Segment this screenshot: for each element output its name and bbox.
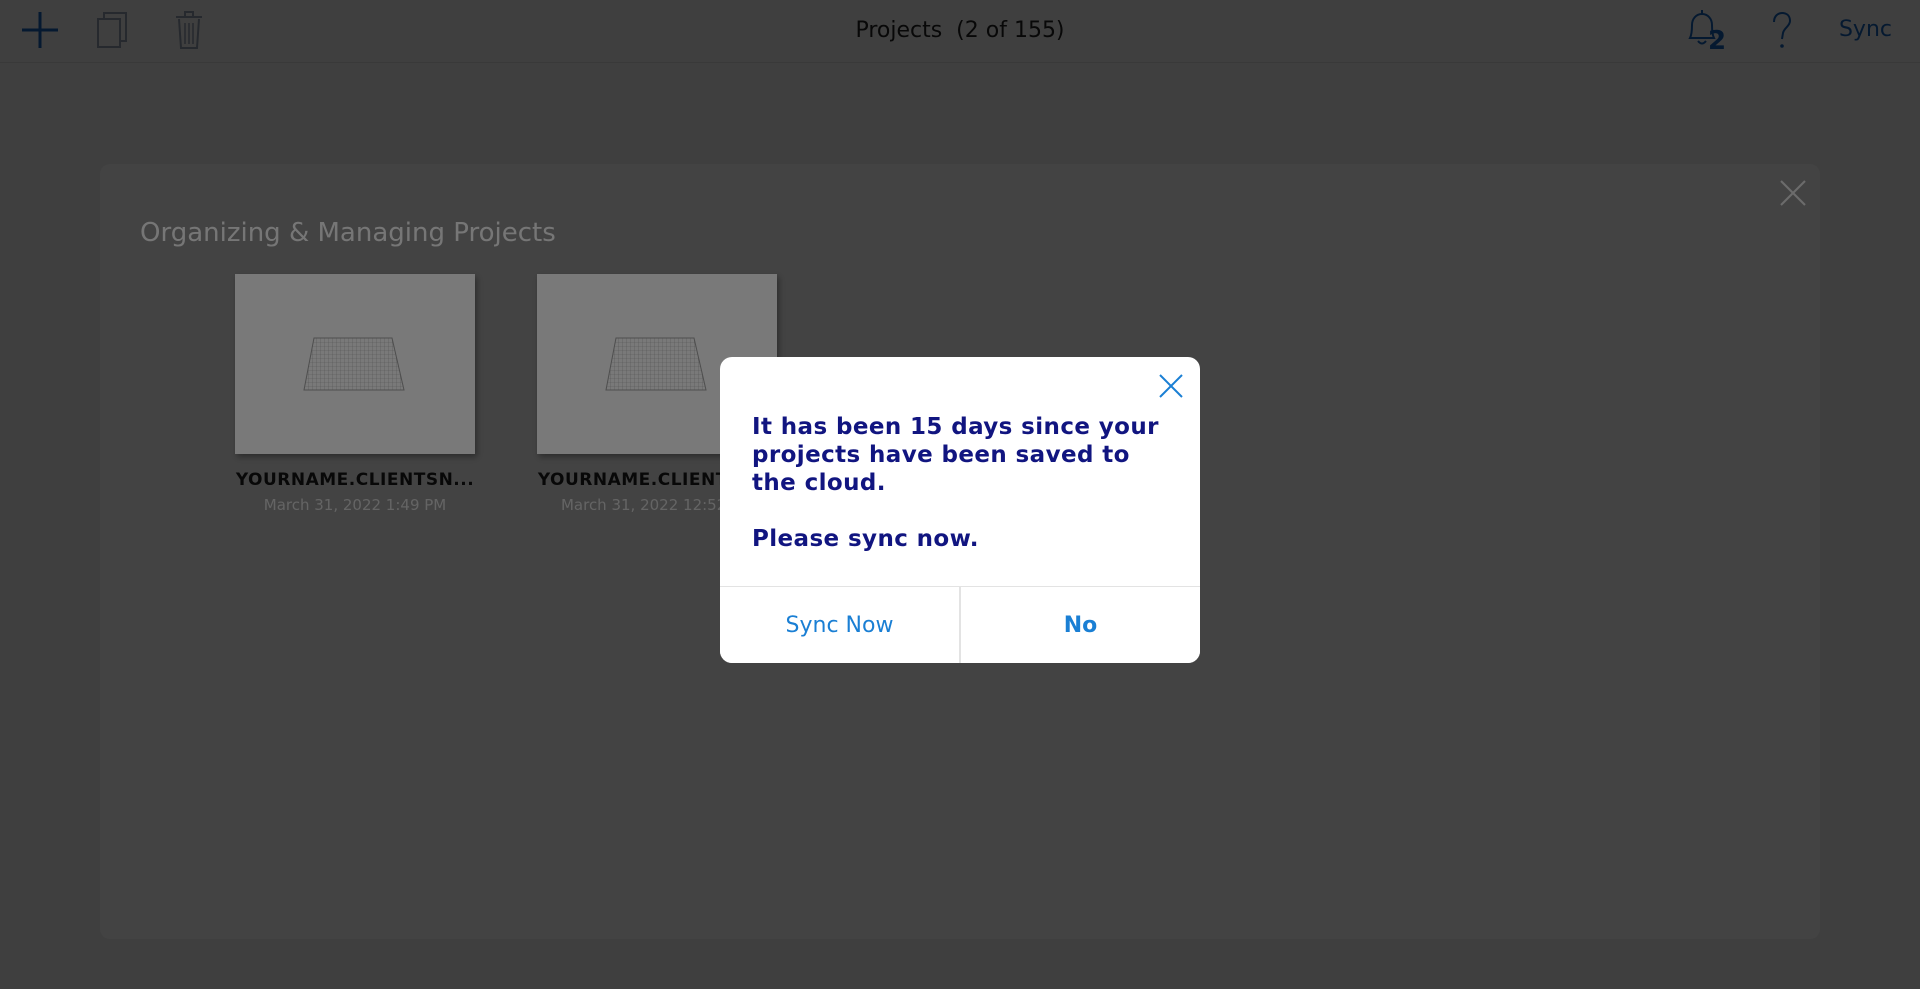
dialog-message: It has been 15 days since your projects … xyxy=(752,413,1172,553)
sync-reminder-dialog: It has been 15 days since your projects … xyxy=(720,357,1200,663)
dialog-message-line: Please sync now. xyxy=(752,526,979,552)
close-dialog-icon[interactable] xyxy=(1156,371,1186,401)
no-button[interactable]: No xyxy=(961,587,1200,663)
dialog-message-line: It has been 15 days since your projects … xyxy=(752,414,1159,496)
sync-now-button[interactable]: Sync Now xyxy=(720,587,959,663)
dialog-actions: Sync Now No xyxy=(720,586,1200,663)
